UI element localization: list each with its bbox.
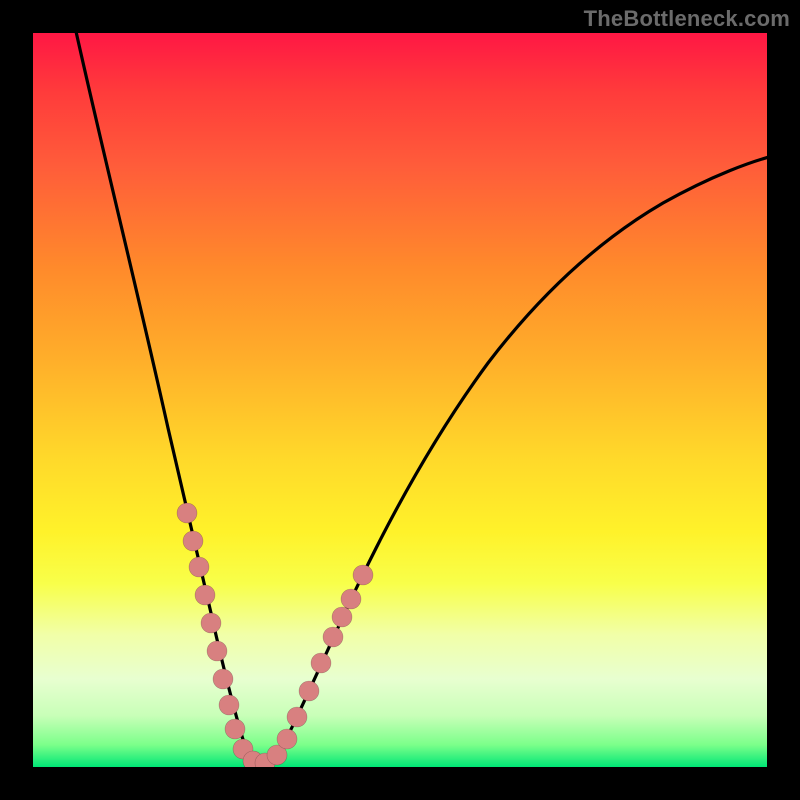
chart-frame: TheBottleneck.com <box>0 0 800 800</box>
watermark-label: TheBottleneck.com <box>584 6 790 32</box>
plot-area <box>33 33 767 767</box>
